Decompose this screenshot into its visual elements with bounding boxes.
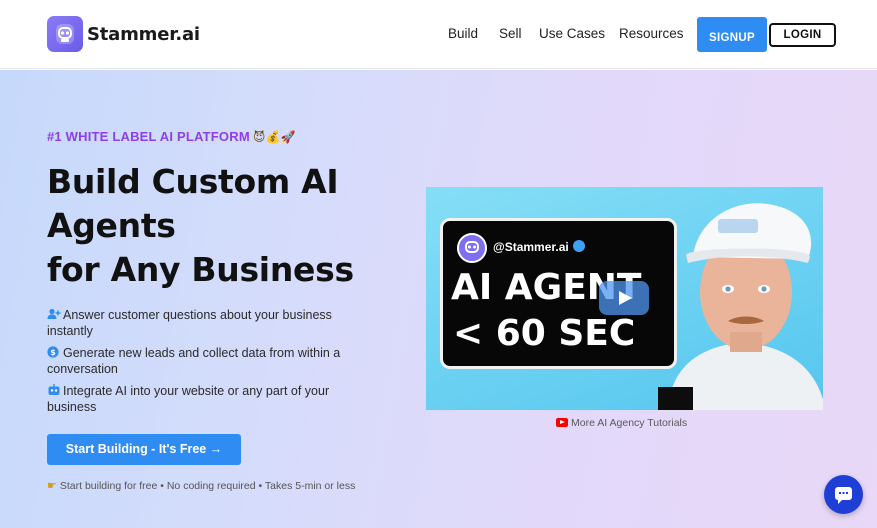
headline-line-2: Agents xyxy=(47,206,176,245)
hero-headline: Build Custom AI Agents for Any Business xyxy=(47,160,407,292)
user-plus-icon xyxy=(47,308,61,320)
chat-dots xyxy=(839,492,848,494)
brand-name: Stammer.ai xyxy=(87,23,200,45)
feature-item: Answer customer questions about your bus… xyxy=(47,307,377,339)
feature-text: Integrate AI into your website or any pa… xyxy=(47,384,330,414)
site-header: Stammer.ai Build Sell Use Cases Resource… xyxy=(0,0,877,69)
presenter-photo xyxy=(658,203,823,410)
signup-button[interactable]: SIGNUP xyxy=(697,17,767,52)
feature-item: $ Generate new leads and collect data fr… xyxy=(47,345,377,377)
channel-avatar xyxy=(457,233,487,263)
brand-logo[interactable]: Stammer.ai xyxy=(47,16,200,52)
nav-use-cases[interactable]: Use Cases xyxy=(539,26,605,41)
fine-print-text: Start building for free • No coding requ… xyxy=(59,480,356,492)
chat-widget-button[interactable] xyxy=(824,475,863,514)
headline-line-1: Build Custom AI xyxy=(47,162,339,201)
play-button[interactable] xyxy=(599,281,649,315)
dollar-chat-icon: $ xyxy=(47,346,61,358)
nav-build[interactable]: Build xyxy=(448,26,478,41)
eyebrow-text: #1 WHITE LABEL AI PLATFORM xyxy=(47,129,250,144)
channel-handle-text: @Stammer.ai xyxy=(493,240,569,254)
verified-check-icon xyxy=(572,240,585,252)
svg-text:$: $ xyxy=(50,348,56,357)
video-title-line-2: < 60 SEC xyxy=(453,313,636,354)
feature-text: Generate new leads and collect data from… xyxy=(47,346,341,376)
headline-line-3: for Any Business xyxy=(47,250,354,289)
fine-print: ☛ Start building for free • No coding req… xyxy=(47,479,355,492)
video-caption[interactable]: More AI Agency Tutorials xyxy=(556,417,687,429)
channel-handle: @Stammer.ai xyxy=(493,240,585,254)
login-button[interactable]: LOGIN xyxy=(769,23,836,47)
eyebrow-emojis: 😈💰🚀 xyxy=(252,130,296,144)
hero-eyebrow: #1 WHITE LABEL AI PLATFORM 😈💰🚀 xyxy=(47,129,296,144)
robot-face-icon xyxy=(47,16,83,52)
nav-sell[interactable]: Sell xyxy=(499,26,522,41)
pointing-hand-icon: ☛ xyxy=(47,479,57,492)
start-building-button[interactable]: Start Building - It's Free → xyxy=(47,434,241,465)
youtube-icon xyxy=(556,418,568,427)
feature-text: Answer customer questions about your bus… xyxy=(47,308,332,338)
video-thumbnail[interactable]: @Stammer.ai AI AGENT < 60 SEC xyxy=(426,187,823,410)
robot-icon xyxy=(47,384,61,396)
video-caption-text: More AI Agency Tutorials xyxy=(571,417,688,429)
nav-resources[interactable]: Resources xyxy=(619,26,684,41)
feature-item: Integrate AI into your website or any pa… xyxy=(47,383,377,415)
